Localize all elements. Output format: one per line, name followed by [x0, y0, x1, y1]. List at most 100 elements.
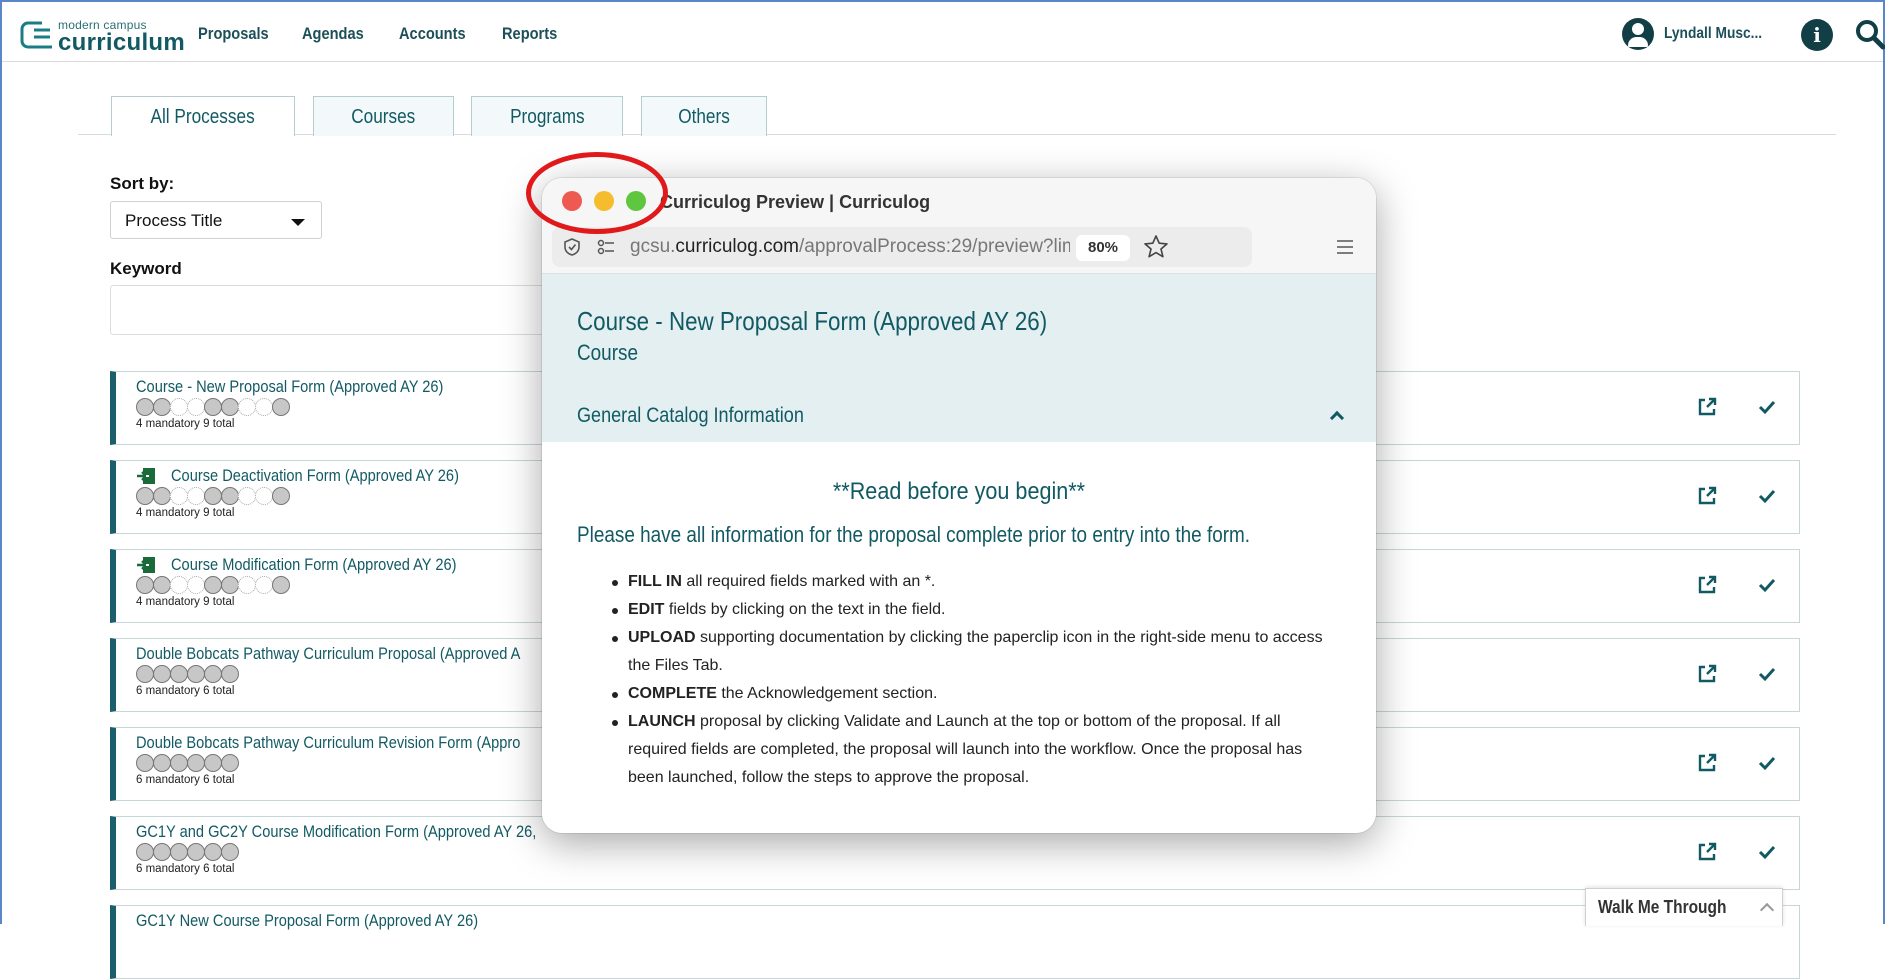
tab-programs[interactable]: Programs: [471, 96, 623, 136]
step-dot: [272, 576, 290, 594]
process-title[interactable]: Double Bobcats Pathway Curriculum Propos…: [136, 644, 520, 664]
search-icon[interactable]: [1854, 18, 1885, 50]
nav-reports[interactable]: Reports: [502, 24, 557, 44]
checkmark-icon[interactable]: [1756, 841, 1778, 863]
checkmark-icon[interactable]: [1756, 574, 1778, 596]
process-title[interactable]: Course - New Proposal Form (Approved AY …: [136, 377, 443, 397]
step-dot: [187, 398, 205, 416]
step-dot: [170, 576, 188, 594]
process-title[interactable]: GC1Y and GC2Y Course Modification Form (…: [136, 822, 536, 842]
external-link-icon[interactable]: [1696, 574, 1718, 596]
process-title[interactable]: GC1Y New Course Proposal Form (Approved …: [136, 911, 478, 931]
instruction-text: fields by clicking on the text in the fi…: [664, 601, 946, 618]
step-dot: [136, 398, 154, 416]
step-indicators: [136, 487, 290, 505]
checkmark-icon[interactable]: [1756, 485, 1778, 507]
step-count: 4 mandatory 9 total: [136, 418, 235, 430]
walk-me-through-button[interactable]: Walk Me Through: [1585, 888, 1783, 926]
window-titlebar: Curriculog Preview | Curriculog: [542, 178, 1376, 224]
process-title[interactable]: Course Deactivation Form (Approved AY 26…: [171, 466, 459, 486]
step-dot: [170, 754, 188, 772]
sort-label: Sort by:: [110, 174, 175, 193]
process-title[interactable]: Double Bobcats Pathway Curriculum Revisi…: [136, 733, 520, 753]
step-dot: [136, 754, 154, 772]
window-title: Curriculog Preview | Curriculog: [660, 192, 931, 212]
zoom-level[interactable]: 80%: [1076, 235, 1130, 261]
instruction-keyword: LAUNCH: [628, 713, 696, 730]
form-header: Course - New Proposal Form (Approved AY …: [542, 274, 1376, 442]
step-count: 4 mandatory 9 total: [136, 596, 235, 608]
step-count: 6 mandatory 6 total: [136, 685, 235, 697]
instruction-text: the Acknowledgement section.: [716, 685, 938, 702]
step-dot: [255, 576, 273, 594]
info-icon[interactable]: i: [1801, 19, 1833, 51]
section-header[interactable]: General Catalog Information: [577, 404, 804, 428]
top-nav: modern campus curriculum Proposals Agend…: [2, 2, 1885, 62]
tab-all-processes[interactable]: All Processes: [111, 96, 295, 136]
nav-agendas[interactable]: Agendas: [302, 24, 364, 44]
step-dot: [238, 576, 256, 594]
instruction-keyword: FILL IN: [628, 573, 682, 590]
permissions-icon[interactable]: [596, 237, 616, 257]
tab-others[interactable]: Others: [641, 96, 767, 136]
walk-me-label: Walk Me Through: [1598, 897, 1727, 917]
external-link-icon[interactable]: [1696, 663, 1718, 685]
step-dot: [187, 843, 205, 861]
step-indicators: [136, 665, 239, 683]
logo[interactable]: modern campus curriculum: [20, 16, 185, 56]
nav-proposals[interactable]: Proposals: [198, 24, 269, 44]
step-dot: [204, 754, 222, 772]
nav-accounts[interactable]: Accounts: [399, 24, 466, 44]
shield-icon[interactable]: [562, 237, 582, 257]
address-field[interactable]: gcsu.curriculog.com/approvalProcess:29/p…: [552, 227, 1252, 267]
chevron-up-icon: [1759, 902, 1775, 918]
form-icon: [137, 557, 155, 573]
step-dot: [153, 754, 171, 772]
sort-select[interactable]: Process Title: [110, 201, 322, 239]
step-dot: [187, 487, 205, 505]
external-link-icon[interactable]: [1696, 396, 1718, 418]
process-row[interactable]: GC1Y New Course Proposal Form (Approved …: [110, 905, 1800, 979]
step-dot: [204, 487, 222, 505]
step-count: 6 mandatory 6 total: [136, 774, 235, 786]
step-indicators: [136, 576, 290, 594]
bookmark-star-icon[interactable]: [1142, 233, 1170, 261]
keyword-input[interactable]: [110, 285, 550, 335]
url-bar: gcsu.curriculog.com/approvalProcess:29/p…: [542, 224, 1376, 274]
step-dot: [153, 843, 171, 861]
step-dot: [204, 398, 222, 416]
user-name: Lyndall Musc...: [1664, 25, 1763, 42]
step-dot: [187, 754, 205, 772]
process-title[interactable]: Course Modification Form (Approved AY 26…: [171, 555, 456, 575]
step-dot: [272, 487, 290, 505]
external-link-icon[interactable]: [1696, 485, 1718, 507]
step-dot: [153, 487, 171, 505]
tab-courses[interactable]: Courses: [313, 96, 454, 136]
external-link-icon[interactable]: [1696, 841, 1718, 863]
highlight-circle: [526, 152, 668, 234]
step-dot: [221, 487, 239, 505]
chevron-up-icon[interactable]: [1329, 410, 1345, 426]
instruction-item: COMPLETE the Acknowledgement section.: [612, 680, 1332, 708]
step-dot: [204, 843, 222, 861]
checkmark-icon[interactable]: [1756, 752, 1778, 774]
external-link-icon[interactable]: [1696, 752, 1718, 774]
logo-icon: [20, 21, 52, 49]
step-dot: [221, 665, 239, 683]
checkmark-icon[interactable]: [1756, 663, 1778, 685]
hamburger-menu-icon[interactable]: [1336, 240, 1354, 254]
chevron-down-icon: [291, 219, 305, 226]
step-dot: [187, 665, 205, 683]
step-dot: [221, 576, 239, 594]
step-dot: [170, 398, 188, 416]
step-dot: [238, 487, 256, 505]
checkmark-icon[interactable]: [1756, 396, 1778, 418]
instruction-item: UPLOAD supporting documentation by click…: [612, 624, 1332, 680]
step-dot: [255, 398, 273, 416]
step-dot: [170, 487, 188, 505]
instruction-keyword: COMPLETE: [628, 685, 717, 702]
step-dot: [153, 665, 171, 683]
instruction-text: supporting documentation by clicking the…: [628, 629, 1323, 674]
instructions-prompt: Please have all information for the prop…: [577, 522, 1251, 547]
instruction-item: LAUNCH proposal by clicking Validate and…: [612, 708, 1332, 792]
